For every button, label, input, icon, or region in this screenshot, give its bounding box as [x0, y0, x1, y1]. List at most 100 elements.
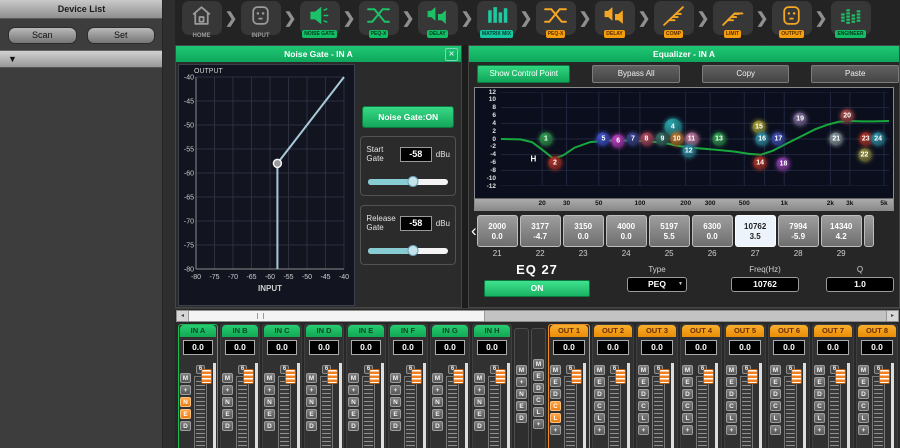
fader-handle[interactable] — [703, 369, 714, 384]
fader-track[interactable] — [828, 376, 841, 448]
channel-button-c[interactable]: C — [638, 401, 649, 411]
band-29[interactable]: 143404.229 — [821, 215, 862, 258]
channel-button-e[interactable]: E — [222, 409, 233, 419]
eq-point-23[interactable]: 23 — [859, 133, 872, 146]
channel-button-plus[interactable]: + — [770, 425, 781, 435]
channel-button-plus[interactable]: + — [474, 385, 485, 395]
channel-button-m[interactable]: M — [390, 373, 401, 383]
channel-button-d[interactable]: D — [682, 389, 693, 399]
scan-button[interactable]: Scan — [8, 27, 77, 44]
channel-button-plus[interactable]: + — [638, 425, 649, 435]
fader-track[interactable] — [320, 376, 333, 448]
channel-button-plus[interactable]: + — [594, 425, 605, 435]
set-button[interactable]: Set — [87, 27, 156, 44]
channel-label[interactable]: IN H — [474, 325, 510, 337]
master-button-c[interactable]: C — [533, 395, 544, 405]
band-28[interactable]: 7994-5.928 — [778, 215, 819, 258]
channel-button-plus[interactable]: + — [180, 385, 191, 395]
channel-button-d[interactable]: D — [306, 421, 317, 431]
channel-gain-value[interactable]: 0.0 — [435, 340, 465, 355]
fader-track[interactable] — [652, 376, 665, 448]
channel-strip-in-a[interactable]: IN A0.0M+NED6-64 — [178, 324, 218, 448]
band-cell[interactable]: 31500.0 — [563, 215, 604, 247]
eq-point-18[interactable]: 18 — [777, 158, 790, 171]
noise-gate-on-button[interactable]: Noise Gate:ON — [362, 106, 454, 128]
channel-button-m[interactable]: M — [432, 373, 443, 383]
channel-strip-out-6[interactable]: OUT 60.0MEDCL+6-64 — [768, 324, 810, 448]
channel-button-l[interactable]: L — [770, 413, 781, 423]
channel-strip-out-1[interactable]: OUT 10.0MEDCL+6-64 — [548, 324, 590, 448]
band-cell[interactable]: 3177-4.7 — [520, 215, 561, 247]
channel-gain-value[interactable]: 0.0 — [773, 340, 805, 355]
channel-button-d[interactable]: D — [432, 421, 443, 431]
channel-button-m[interactable]: M — [594, 365, 605, 375]
channel-button-c[interactable]: C — [682, 401, 693, 411]
bypass-all-button[interactable]: Bypass All — [592, 65, 680, 83]
eq-point-9[interactable]: 9 — [656, 133, 669, 146]
close-icon[interactable]: ✕ — [445, 48, 458, 61]
band-cell[interactable]: 7994-5.9 — [778, 215, 819, 247]
channel-strip-in-h[interactable]: IN H0.0M+NED6-64 — [472, 324, 512, 448]
channel-gain-value[interactable]: 0.0 — [685, 340, 717, 355]
channel-button-l[interactable]: L — [858, 413, 869, 423]
eq-point-24[interactable]: 24 — [872, 133, 885, 146]
channel-strip-out-8[interactable]: OUT 80.0MEDCL+6-64 — [856, 324, 898, 448]
channel-label[interactable]: OUT 3 — [638, 325, 676, 337]
fader-handle[interactable] — [411, 369, 422, 384]
fader-handle[interactable] — [615, 369, 626, 384]
channel-label[interactable]: OUT 8 — [858, 325, 896, 337]
channel-button-l[interactable]: L — [726, 413, 737, 423]
master-button-d[interactable]: D — [533, 383, 544, 393]
fader-track[interactable] — [564, 376, 577, 448]
release-gate-slider[interactable] — [368, 248, 448, 254]
channel-gain-value[interactable]: 0.0 — [817, 340, 849, 355]
channel-button-e[interactable]: E — [264, 409, 275, 419]
copy-button[interactable]: Copy — [702, 65, 790, 83]
channel-button-plus[interactable]: + — [726, 425, 737, 435]
freq-field[interactable]: 10762 — [731, 277, 799, 292]
channel-label[interactable]: OUT 4 — [682, 325, 720, 337]
channel-button-m[interactable]: M — [180, 373, 191, 383]
channel-gain-value[interactable]: 0.0 — [393, 340, 423, 355]
start-gate-slider-handle[interactable] — [407, 176, 418, 187]
band-cell[interactable]: 51975.5 — [649, 215, 690, 247]
channel-button-m[interactable]: M — [222, 373, 233, 383]
master-button-m[interactable]: M — [533, 359, 544, 369]
channel-gain-value[interactable]: 0.0 — [309, 340, 339, 355]
channel-label[interactable]: OUT 2 — [594, 325, 632, 337]
channel-strip-out-4[interactable]: OUT 40.0MEDCL+6-64 — [680, 324, 722, 448]
channel-button-m[interactable]: M — [770, 365, 781, 375]
fader-handle[interactable] — [571, 369, 582, 384]
channel-label[interactable]: IN A — [180, 325, 216, 337]
channel-gain-value[interactable]: 0.0 — [351, 340, 381, 355]
scrollbar-handle[interactable] — [189, 311, 485, 321]
channel-button-plus[interactable]: + — [264, 385, 275, 395]
channel-button-plus[interactable]: + — [550, 425, 561, 435]
channel-label[interactable]: OUT 6 — [770, 325, 808, 337]
channel-button-m[interactable]: M — [348, 373, 359, 383]
channel-gain-value[interactable]: 0.0 — [861, 340, 893, 355]
fader-handle[interactable] — [835, 369, 846, 384]
toolbar-item-engineer[interactable]: ENGINEER — [830, 1, 871, 44]
channel-button-d[interactable]: D — [390, 421, 401, 431]
channel-button-e[interactable]: E — [390, 409, 401, 419]
fader-handle[interactable] — [879, 369, 890, 384]
channel-label[interactable]: IN B — [222, 325, 258, 337]
channel-button-e[interactable]: E — [726, 377, 737, 387]
fader-handle[interactable] — [327, 369, 338, 384]
fader-track[interactable] — [278, 376, 291, 448]
fader-track[interactable] — [404, 376, 417, 448]
channel-button-d[interactable]: D — [180, 421, 191, 431]
master-button-d[interactable]: D — [516, 413, 527, 423]
fader-handle[interactable] — [285, 369, 296, 384]
eq-point-12[interactable]: 12 — [682, 144, 695, 157]
eq-point-16[interactable]: 16 — [756, 133, 769, 146]
channel-button-plus[interactable]: + — [390, 385, 401, 395]
toolbar-item-comp[interactable]: COMP — [653, 1, 694, 44]
channel-button-d[interactable]: D — [550, 389, 561, 399]
toolbar-item-delay[interactable]: DELAY — [417, 1, 458, 44]
channel-label[interactable]: IN E — [348, 325, 384, 337]
channel-strip-in-f[interactable]: IN F0.0M+NED6-64 — [388, 324, 428, 448]
master-button-l[interactable]: L — [533, 407, 544, 417]
channel-button-e[interactable]: E — [306, 409, 317, 419]
